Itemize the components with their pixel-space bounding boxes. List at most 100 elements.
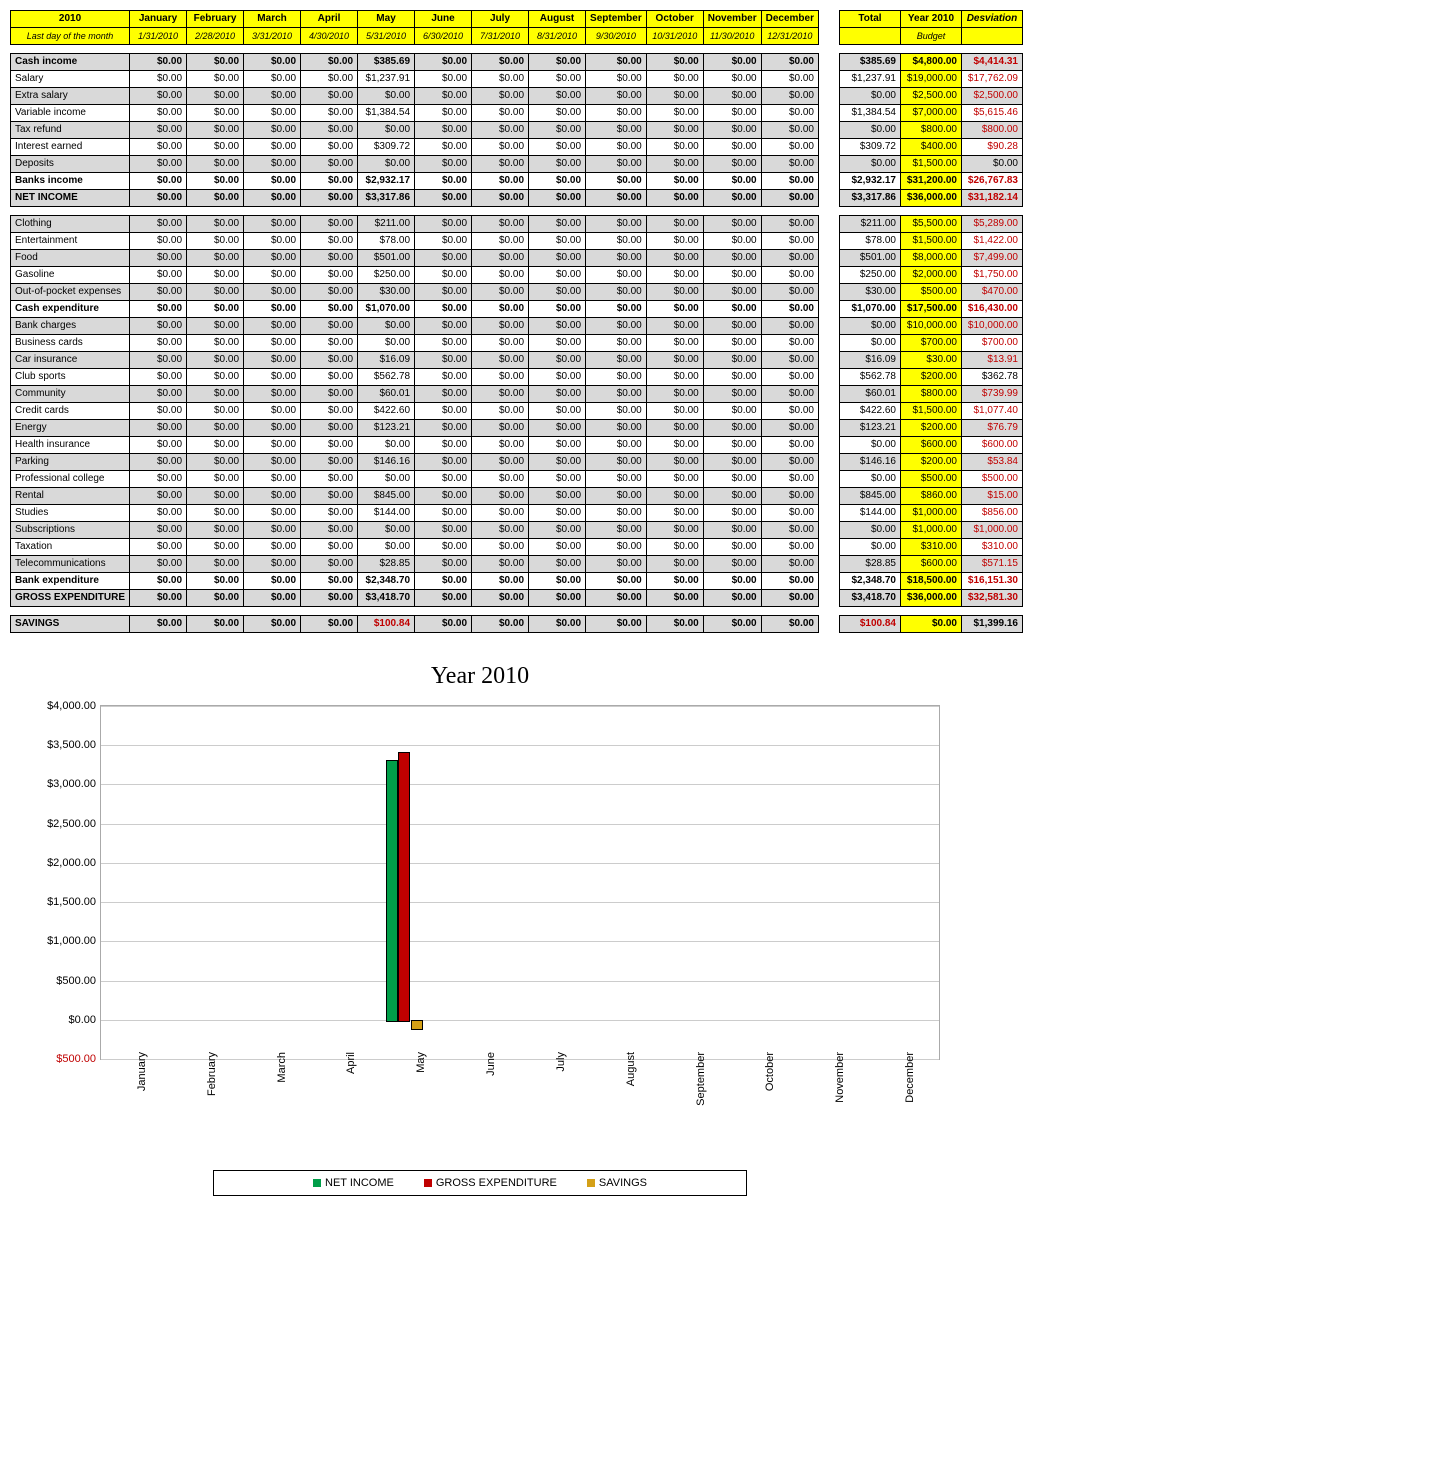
cell: $0.00 — [646, 284, 703, 301]
totals-row: $211.00$5,500.00$5,289.00 — [839, 216, 1022, 233]
x-tick-label: July — [555, 1052, 567, 1072]
budget-cell: $36,000.00 — [900, 190, 961, 207]
cell: $28.85 — [358, 556, 415, 573]
cell: $0.00 — [646, 616, 703, 633]
dev-cell: $10,000.00 — [961, 318, 1022, 335]
total-cell: $0.00 — [839, 156, 900, 173]
cell: $0.00 — [529, 173, 586, 190]
cell: $0.00 — [301, 403, 358, 420]
cell: $0.00 — [358, 471, 415, 488]
totals-row: $2,348.70$18,500.00$16,151.30 — [839, 573, 1022, 590]
budget-cell: $600.00 — [900, 556, 961, 573]
table-row: Subscriptions$0.00$0.00$0.00$0.00$0.00$0… — [11, 522, 819, 539]
dev-cell: $13.91 — [961, 352, 1022, 369]
cell: $0.00 — [761, 590, 818, 607]
table-row: Community$0.00$0.00$0.00$0.00$60.01$0.00… — [11, 386, 819, 403]
cell: $0.00 — [358, 318, 415, 335]
cell: $0.00 — [761, 437, 818, 454]
row-label: Bank charges — [11, 318, 130, 335]
table-row: Out-of-pocket expenses$0.00$0.00$0.00$0.… — [11, 284, 819, 301]
cell: $0.00 — [130, 105, 187, 122]
cell: $0.00 — [244, 216, 301, 233]
cell: $0.00 — [761, 284, 818, 301]
cell: $0.00 — [703, 54, 761, 71]
cell: $0.00 — [130, 71, 187, 88]
row-label: Clothing — [11, 216, 130, 233]
totals-row: $309.72$400.00$90.28 — [839, 139, 1022, 156]
cell: $1,237.91 — [358, 71, 415, 88]
totals-row: $0.00$10,000.00$10,000.00 — [839, 318, 1022, 335]
cell: $0.00 — [586, 190, 647, 207]
totals-row: $0.00$310.00$310.00 — [839, 539, 1022, 556]
cell: $0.00 — [301, 54, 358, 71]
cell: $0.00 — [472, 454, 529, 471]
cell: $0.00 — [301, 505, 358, 522]
month-header: March — [244, 11, 301, 28]
total-cell: $0.00 — [839, 88, 900, 105]
cell: $0.00 — [761, 156, 818, 173]
cell: $0.00 — [472, 335, 529, 352]
total-cell: $1,384.54 — [839, 105, 900, 122]
dev-cell: $5,289.00 — [961, 216, 1022, 233]
cell: $0.00 — [301, 556, 358, 573]
cell: $0.00 — [529, 471, 586, 488]
cell: $0.00 — [586, 71, 647, 88]
cell: $0.00 — [529, 454, 586, 471]
totals-row: $1,384.54$7,000.00$5,615.46 — [839, 105, 1022, 122]
cell: $0.00 — [703, 522, 761, 539]
totals-row: $0.00$2,500.00$2,500.00 — [839, 88, 1022, 105]
dev-cell: $800.00 — [961, 122, 1022, 139]
cell: $0.00 — [646, 352, 703, 369]
cell: $0.00 — [130, 122, 187, 139]
cell: $0.00 — [187, 454, 244, 471]
budget-cell: $17,500.00 — [900, 301, 961, 318]
cell: $0.00 — [761, 522, 818, 539]
cell: $0.00 — [472, 539, 529, 556]
total-cell: $100.84 — [839, 616, 900, 633]
cell: $0.00 — [472, 437, 529, 454]
table-row: GROSS EXPENDITURE$0.00$0.00$0.00$0.00$3,… — [11, 590, 819, 607]
cell: $0.00 — [529, 105, 586, 122]
cell: $0.00 — [529, 352, 586, 369]
cell: $0.00 — [761, 88, 818, 105]
cell: $2,348.70 — [358, 573, 415, 590]
row-label: NET INCOME — [11, 190, 130, 207]
cell: $0.00 — [529, 616, 586, 633]
row-label: Salary — [11, 71, 130, 88]
totals-row: $1,237.91$19,000.00$17,762.09 — [839, 71, 1022, 88]
cell: $0.00 — [130, 369, 187, 386]
row-label: Banks income — [11, 173, 130, 190]
cell: $0.00 — [761, 250, 818, 267]
chart-plot-area: $500.00$0.00$500.00$1,000.00$1,500.00$2,… — [100, 705, 940, 1060]
budget-cell: $5,500.00 — [900, 216, 961, 233]
cell: $0.00 — [187, 173, 244, 190]
cell: $0.00 — [646, 369, 703, 386]
cell: $0.00 — [244, 301, 301, 318]
chart-bar — [386, 760, 398, 1022]
budget-cell: $4,800.00 — [900, 54, 961, 71]
row-label: Rental — [11, 488, 130, 505]
cell: $0.00 — [187, 369, 244, 386]
totals-row: $146.16$200.00$53.84 — [839, 454, 1022, 471]
table-row: Tax refund$0.00$0.00$0.00$0.00$0.00$0.00… — [11, 122, 819, 139]
budget-totals-table: TotalYear 2010DesviationBudget$385.69$4,… — [839, 10, 1023, 633]
totals-row: $0.00$600.00$600.00 — [839, 437, 1022, 454]
month-header: June — [415, 11, 472, 28]
cell: $0.00 — [529, 386, 586, 403]
cell: $0.00 — [130, 420, 187, 437]
cell: $0.00 — [529, 156, 586, 173]
budget-cell: $400.00 — [900, 139, 961, 156]
cell: $0.00 — [529, 233, 586, 250]
cell: $0.00 — [130, 437, 187, 454]
dev-cell: $500.00 — [961, 471, 1022, 488]
budget-sub: Budget — [900, 28, 961, 45]
cell: $0.00 — [130, 471, 187, 488]
cell: $0.00 — [761, 335, 818, 352]
dev-cell: $571.15 — [961, 556, 1022, 573]
cell: $0.00 — [301, 454, 358, 471]
cell: $0.00 — [646, 539, 703, 556]
date-header: 7/31/2010 — [472, 28, 529, 45]
cell: $0.00 — [358, 437, 415, 454]
cell: $0.00 — [529, 522, 586, 539]
x-tick-label: April — [345, 1052, 357, 1074]
